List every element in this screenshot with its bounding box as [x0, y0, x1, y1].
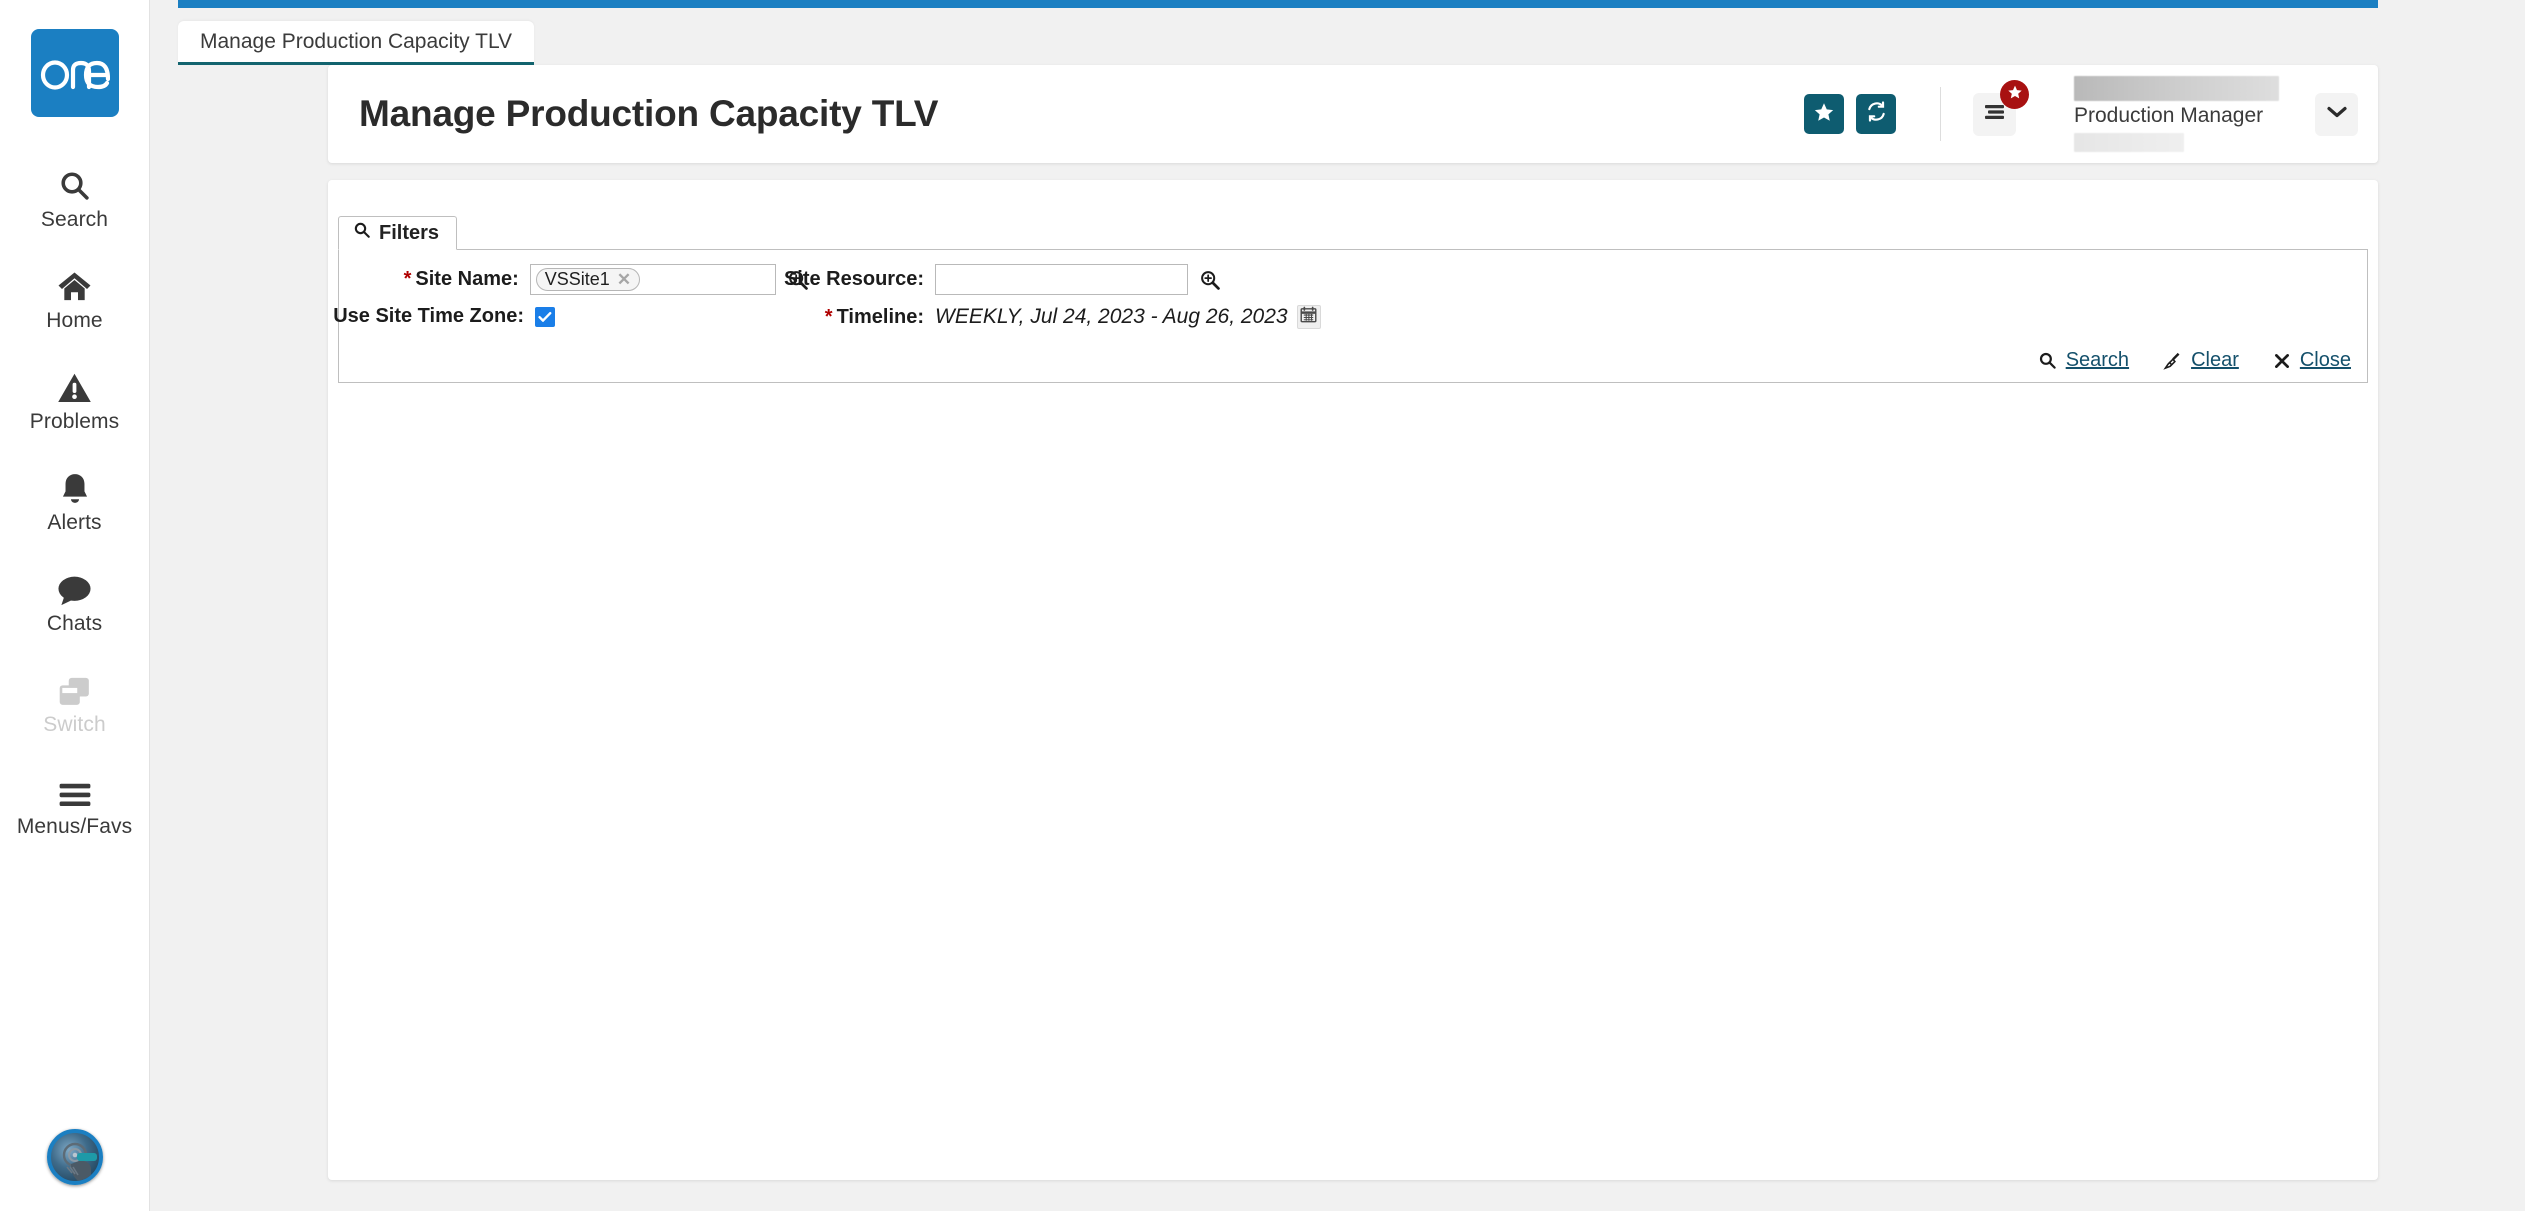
avatar[interactable]: [47, 1129, 103, 1185]
broom-icon: [2163, 351, 2182, 370]
user-menu-button[interactable]: [2315, 92, 2358, 136]
timeline-calendar-button[interactable]: [1296, 305, 1321, 329]
page-title: Manage Production Capacity TLV: [359, 93, 939, 134]
timeline-value[interactable]: WEEKLY, Jul 24, 2023 - Aug 26, 2023: [935, 305, 1288, 329]
filters-clear-label: Clear: [2191, 349, 2239, 371]
sidebar-item-search[interactable]: Search: [0, 145, 149, 246]
field-site-resource: Site Resource:: [784, 264, 1221, 295]
user-org-redacted: [2074, 132, 2184, 152]
user-name-redacted: [2074, 76, 2279, 101]
warning-icon: [57, 364, 92, 404]
field-site-name: * Site Name: VSSite1 ✕: [339, 264, 809, 295]
tab-filters[interactable]: Filters: [338, 216, 458, 250]
filters-panel: * Site Name: VSSite1 ✕ Use Site Time Zon…: [333, 249, 2368, 383]
field-site-name-label: * Site Name:: [403, 268, 519, 290]
field-timeline: * Timeline: WEEKLY, Jul 24, 2023 - Aug 26…: [809, 305, 1321, 329]
sidebar-item-chats[interactable]: Chats: [0, 549, 149, 650]
calendar-icon: [1300, 306, 1317, 328]
sidebar-item-label: Search: [40, 208, 109, 231]
refresh-button[interactable]: [1856, 94, 1896, 134]
app-menu-button[interactable]: [1973, 79, 2029, 136]
menu-badge: [2000, 79, 2029, 109]
user-role: Production Manager: [2074, 103, 2264, 127]
use-site-time-zone-checkbox[interactable]: [535, 306, 555, 327]
top-accent-bar: [178, 0, 2378, 8]
document-tab[interactable]: Manage Production Capacity TLV: [178, 21, 535, 65]
favorite-button[interactable]: [1804, 94, 1844, 134]
menu-lines-icon: [1983, 102, 2007, 127]
chat-icon: [57, 566, 92, 606]
sidebar-item-label: Home: [46, 309, 103, 333]
tab-filters-label: Filters: [379, 221, 440, 244]
sidebar-item-home[interactable]: Home: [0, 246, 149, 347]
sidebar-item-label: Chats: [46, 612, 103, 636]
close-x-icon: [2273, 352, 2291, 370]
page-header: Manage Production Capacity TLV Productio…: [328, 65, 2378, 163]
sidebar-item-alerts[interactable]: Alerts: [0, 448, 149, 549]
left-sidebar: Search Home Problems Alerts Chats Switch…: [0, 0, 150, 1211]
search-icon: [2038, 351, 2057, 370]
filters-search-label: Search: [2065, 349, 2130, 371]
brand-logo[interactable]: [30, 29, 119, 117]
switch-icon: [58, 667, 91, 707]
app-root: Search Home Problems Alerts Chats Switch…: [0, 0, 2525, 1211]
field-use-site-time-zone: Use Site Time Zone:: [333, 305, 809, 328]
sidebar-item-menus-favs[interactable]: Menus/Favs: [0, 752, 149, 853]
refresh-icon: [1865, 100, 1888, 128]
filters-tab-strip: Filters: [338, 215, 458, 250]
site-name-input[interactable]: VSSite1 ✕: [529, 264, 776, 295]
star-icon: [2007, 84, 2023, 105]
avatar-container: [0, 1129, 150, 1185]
token-remove-icon[interactable]: ✕: [617, 271, 631, 288]
sidebar-item-switch[interactable]: Switch: [0, 650, 149, 751]
sidebar-item-label: Switch: [43, 713, 106, 737]
sidebar-item-label: Problems: [29, 410, 120, 434]
filters-clear-link[interactable]: Clear: [2163, 349, 2239, 372]
token-label: VSSite1: [544, 269, 610, 289]
chevron-down-icon: [2326, 105, 2348, 124]
site-resource-lookup-icon[interactable]: [1199, 269, 1221, 291]
filters-search-link[interactable]: Search: [2038, 349, 2129, 372]
main-content-card: Filters * Site Name: VSSite1 ✕ Use Site …: [328, 180, 2378, 1180]
hamburger-icon: [58, 769, 92, 809]
token-chip[interactable]: VSSite1 ✕: [535, 268, 641, 291]
sidebar-item-problems[interactable]: Problems: [0, 347, 149, 448]
search-icon: [353, 221, 371, 245]
field-timeline-label: * Timeline:: [824, 305, 924, 328]
header-actions: Production Manager: [1792, 65, 2378, 163]
filters-close-link[interactable]: Close: [2273, 349, 2351, 372]
sidebar-item-label: Menus/Favs: [16, 814, 133, 838]
user-info[interactable]: Production Manager: [2074, 76, 2279, 152]
field-site-resource-label: Site Resource:: [783, 268, 924, 290]
page-surface: Manage Production Capacity TLV Manage Pr…: [150, 0, 2525, 1211]
field-use-site-time-zone-label: Use Site Time Zone:: [333, 305, 524, 327]
required-marker: *: [403, 268, 412, 290]
search-icon: [58, 162, 91, 202]
star-icon: [1813, 101, 1835, 128]
document-tab-label: Manage Production Capacity TLV: [200, 29, 513, 53]
site-resource-input[interactable]: [935, 264, 1188, 295]
bell-icon: [59, 465, 91, 505]
required-marker: *: [824, 305, 833, 328]
sidebar-item-label: Alerts: [47, 511, 102, 535]
document-tab-strip: Manage Production Capacity TLV: [178, 21, 535, 65]
filters-actions: Search Clear Close: [2038, 349, 2351, 372]
header-divider: [1940, 87, 1941, 141]
home-icon: [57, 263, 92, 303]
sidebar-nav: Search Home Problems Alerts Chats Switch…: [0, 145, 149, 853]
filters-close-label: Close: [2299, 349, 2351, 371]
